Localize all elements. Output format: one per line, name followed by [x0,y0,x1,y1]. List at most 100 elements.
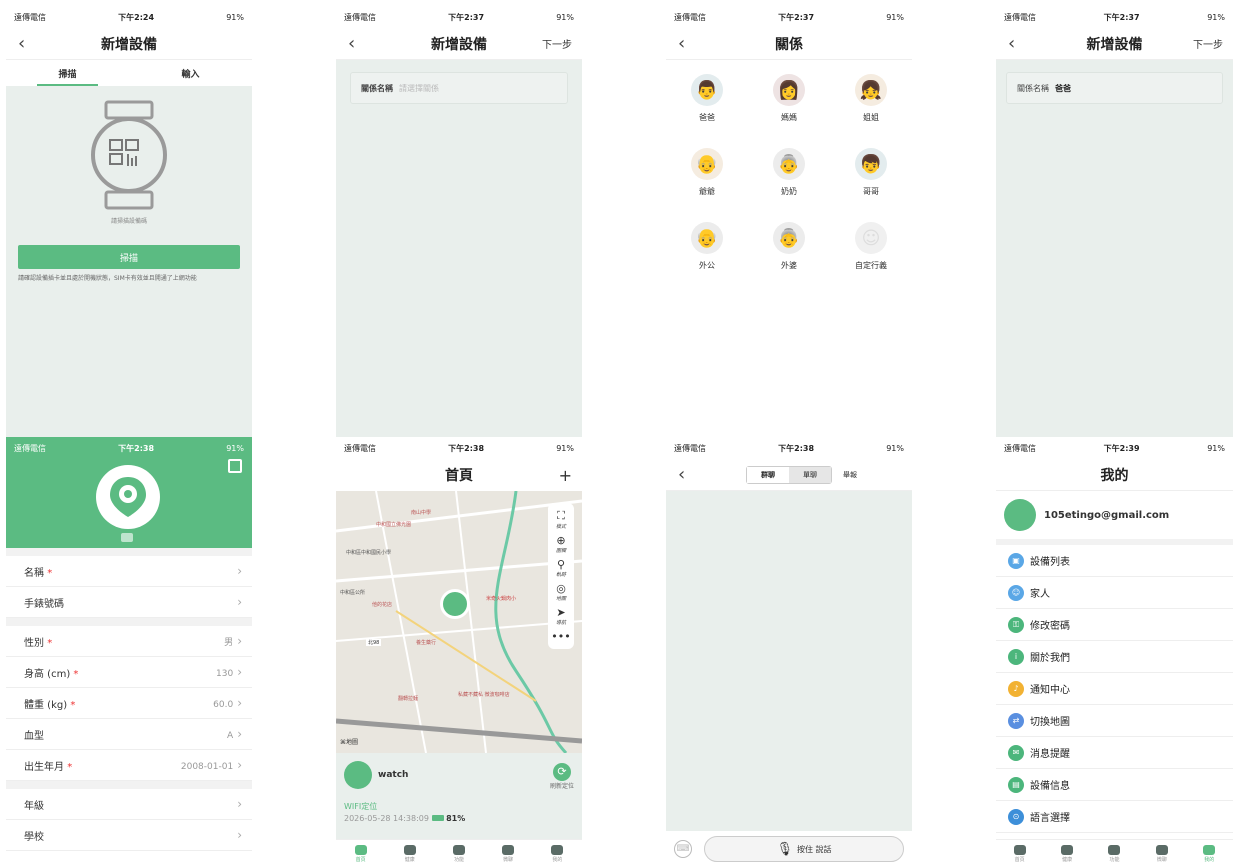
mode-button[interactable]: ⛶ 模式 [556,509,566,530]
scan-button[interactable]: 掃描 [18,245,240,269]
back-icon[interactable]: ‹ [348,33,355,54]
relation-maternal-grandpa[interactable]: 👴 外公 [666,222,748,296]
tab-profile[interactable]: 我的 [1203,844,1216,863]
next-button[interactable]: 下一步 [542,36,572,51]
language-icon: ⊙ [1008,808,1024,825]
row-grade[interactable]: 年級 › [6,789,252,820]
carrier: 遠傳電信 [674,443,706,453]
tab-home[interactable]: 首頁 [354,844,367,863]
tab-functions[interactable]: 功能 [452,844,465,863]
tab-chat[interactable]: 微聊 [502,844,515,863]
status-bar: 遠傳電信 下午2:38 91% [336,437,582,459]
relation-grandma[interactable]: 👵 奶奶 [748,148,830,222]
menu-label: 設備信息 [1030,781,1070,792]
back-icon[interactable]: ‹ [678,464,685,485]
screen-my-profile: 遠傳電信 下午2:39 91% 我的 105etingo@gmail.com ▣… [996,437,1233,867]
row-gender[interactable]: 性別 * 男 › [6,626,252,657]
row-weight[interactable]: 體重 (kg) * 60.0 › [6,688,252,719]
grandpa-avatar-icon: 👴 [691,148,723,180]
map-button[interactable]: ◎ 地圖 [556,582,566,602]
page-title: 新增設備 [1086,36,1143,53]
fence-button[interactable]: ⊕ 圍欄 [556,534,566,554]
location-time: 2026-05-28 14:38:09 81% [344,814,466,823]
relation-sister[interactable]: 👧 姐姐 [830,74,912,148]
relation-custom[interactable]: ☺ 自定行義 [830,222,912,296]
menu-about-us[interactable]: i 關於我們 [996,641,1233,673]
relation-field[interactable]: 關係名稱 請選擇關係 [350,72,568,104]
relation-mother[interactable]: 👩 媽媽 [748,74,830,148]
tab-chat[interactable]: 微聊 [1155,844,1168,863]
back-icon[interactable]: ‹ [678,33,685,54]
row-birthdate[interactable]: 出生年月 * 2008-01-01 › [6,750,252,781]
device-avatar[interactable] [96,465,160,529]
health-icon [1061,844,1074,855]
row-label: 名稱 * [24,567,53,579]
scan-note: 請確認設備插卡並且處於開機狀態，SIM卡有效並且開通了上網功能 [18,275,197,282]
hold-to-talk-button[interactable]: 🎙 按住 說話 [704,836,904,862]
back-icon[interactable]: ‹ [18,33,25,54]
relation-label: 奶奶 [781,187,797,196]
row-label: 手錶號碼 [24,598,64,610]
menu-family[interactable]: ☺ 家人 [996,577,1233,609]
tab-functions[interactable]: 功能 [1108,844,1121,863]
keyboard-icon[interactable]: ⌨ [674,840,692,858]
row-label: 血型 [24,730,44,742]
report-link[interactable]: 舉報 [843,470,857,480]
menu-message-reminder[interactable]: ✉ 消息提醒 [996,737,1233,769]
status-bar: 遠傳電信 下午2:38 91% [6,437,252,459]
menu-notifications[interactable]: ♪ 通知中心 [996,673,1233,705]
refresh-location-button[interactable]: ⟳ 刷新定位 [550,763,574,790]
tab-group-chat[interactable]: 群聊 [747,466,789,483]
row-height[interactable]: 身高 (cm) * 130 › [6,657,252,688]
menu-device-list[interactable]: ▣ 設備列表 [996,545,1233,577]
map-label: 米奇火鍋肉小 [486,596,517,602]
tab-home[interactable]: 首頁 [1013,844,1026,863]
menu-switch-map[interactable]: ⇄ 切換地圖 [996,705,1233,737]
lock-icon: ⚿ [1008,616,1024,633]
tab-input[interactable]: 輸入 [129,60,252,86]
menu-label: 通知中心 [1030,685,1070,696]
map-view[interactable]: 南山中學 中和國立佛光園 中和區中和國民小學 中和區公所 他的花店 米奇火鍋肉小… [336,491,582,753]
menu-change-password[interactable]: ⚿ 修改密碼 [996,609,1233,641]
nav-bar: ‹ 關係 [666,28,912,60]
relation-maternal-grandma[interactable]: 👵 外婆 [748,222,830,296]
back-icon[interactable]: ‹ [1008,33,1015,54]
navigate-button[interactable]: ➤ 導航 [556,606,566,626]
add-icon[interactable]: + [559,466,572,485]
relation-field[interactable]: 關係名稱 爸爸 [1006,72,1223,104]
relation-father[interactable]: 👨 爸爸 [666,74,748,148]
row-blood-type[interactable]: 血型 A › [6,719,252,750]
qr-code-icon[interactable] [228,459,242,473]
account-email: 105etingo@gmail.com [1044,509,1170,521]
chat-type-tabs: 群聊 單聊 [746,465,832,484]
status-bar: 遠傳電信 下午2:24 91% [6,6,252,28]
menu-language[interactable]: ⊙ 語言選擇 [996,801,1233,833]
row-name[interactable]: 名稱 * › [6,556,252,587]
relation-brother[interactable]: 👦 哥哥 [830,148,912,222]
tab-profile[interactable]: 我的 [551,844,564,863]
screen-add-device-scan: 遠傳電信 下午2:24 91% ‹ 新增設備 掃描 輸入 請掃描設備碼 掃描 請… [6,6,252,439]
relation-grandpa[interactable]: 👴 爺爺 [666,148,748,222]
track-button[interactable]: ⚲ 軌跡 [556,558,566,578]
row-school[interactable]: 學校 › [6,820,252,851]
more-icon: ••• [551,630,571,643]
menu-device-info[interactable]: ▤ 設備信息 [996,769,1233,801]
more-button[interactable]: ••• [551,630,570,643]
navigate-icon: ➤ [556,606,566,619]
device-location-pin[interactable] [440,589,470,619]
battery: 91% [226,12,244,22]
tab-health[interactable]: 健康 [403,844,416,863]
device-name: watch [378,770,409,780]
camera-icon[interactable] [121,533,133,542]
location-type: WIFI定位 [344,802,378,811]
row-watch-number[interactable]: 手錶號碼 › [6,587,252,618]
refresh-label: 刷新定位 [549,783,574,790]
account-header[interactable]: 105etingo@gmail.com [996,491,1233,545]
row-label: 學校 [24,831,44,843]
tab-scan[interactable]: 掃描 [6,60,129,86]
next-button[interactable]: 下一步 [1193,36,1223,51]
health-icon [403,844,416,855]
tab-health[interactable]: 健康 [1061,844,1074,863]
device-info-icon: ▤ [1008,776,1024,793]
tab-single-chat[interactable]: 單聊 [789,466,831,483]
